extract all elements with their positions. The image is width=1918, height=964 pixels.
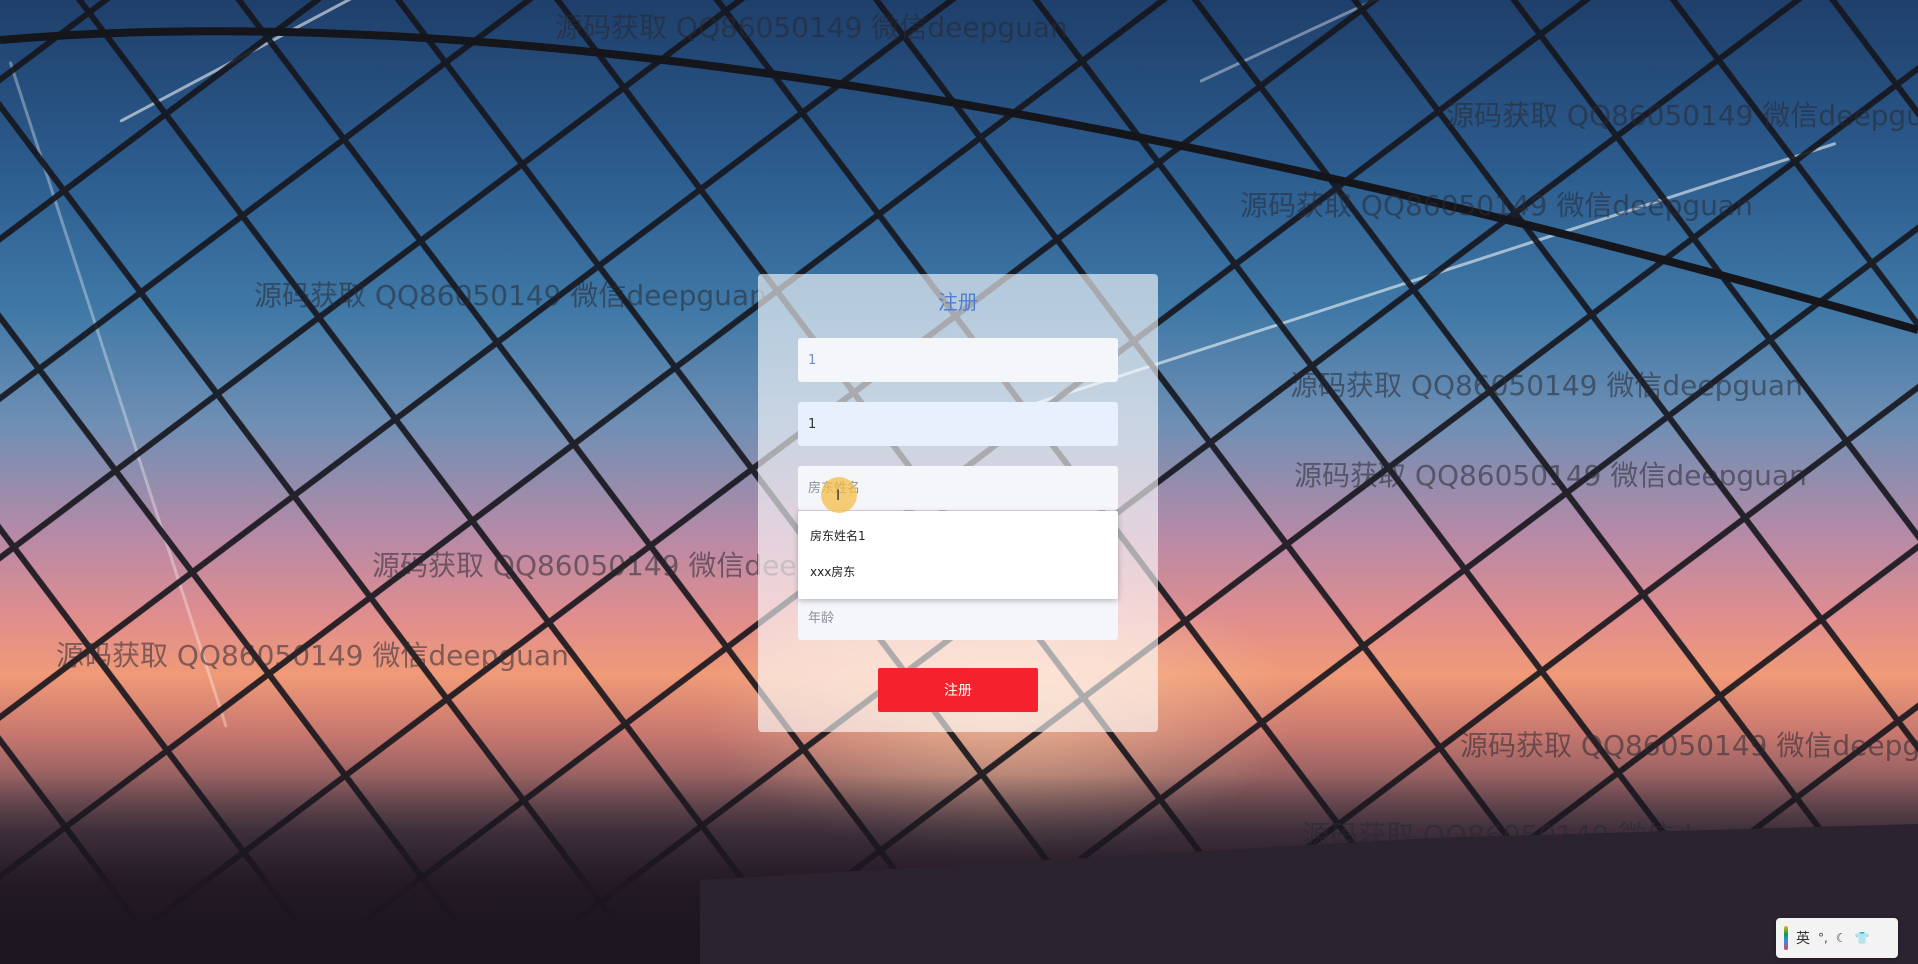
watermark-text: 源码获取 QQ86050149 微信deepguan xyxy=(1446,99,1918,132)
username-field[interactable] xyxy=(798,338,1118,382)
watermark-text: 源码获取 QQ86050149 微信deepguan xyxy=(254,279,767,312)
watermark-text: 源码获取 QQ86050149 微信deepguan xyxy=(1302,819,1815,852)
register-panel: 注册 注册 xyxy=(758,274,1158,732)
watermark-text: 源码获取 QQ86050149 微信deepguan xyxy=(1460,729,1918,762)
age-input[interactable] xyxy=(798,596,1118,640)
moon-icon[interactable]: ☾ xyxy=(1836,931,1847,945)
ime-mode-label[interactable]: 英 xyxy=(1796,928,1810,948)
watermark-text: 源码获取 QQ86050149 微信deepguan xyxy=(1294,459,1807,492)
autocomplete-dropdown: 房东姓名1 xxx房东 xyxy=(798,511,1118,599)
ime-toolbar[interactable]: 英 °, ☾ 👕 xyxy=(1776,918,1898,958)
watermark-text: 源码获取 QQ86050149 微信deepguan xyxy=(555,11,1068,44)
watermark-text: 源码获取 QQ86050149 微信deepguan xyxy=(1290,369,1803,402)
password-field[interactable] xyxy=(798,402,1118,446)
shirt-icon[interactable]: 👕 xyxy=(1855,931,1870,945)
punctuation-icon[interactable]: °, xyxy=(1818,931,1828,945)
background-scene: 源码获取 QQ86050149 微信deepguan 源码获取 QQ860501… xyxy=(0,0,1918,964)
watermark-text: 源码获取 QQ86050149 微信deepguan xyxy=(1240,189,1753,222)
autocomplete-option[interactable]: 房东姓名1 xyxy=(810,527,866,544)
autocomplete-option[interactable]: xxx房东 xyxy=(810,563,855,580)
register-button[interactable]: 注册 xyxy=(878,668,1038,712)
register-title: 注册 xyxy=(938,290,978,314)
watermark-text: 源码获取 QQ86050149 微信deepguan xyxy=(56,639,569,672)
text-cursor-icon: I xyxy=(836,488,841,504)
ime-logo-icon xyxy=(1784,926,1788,950)
